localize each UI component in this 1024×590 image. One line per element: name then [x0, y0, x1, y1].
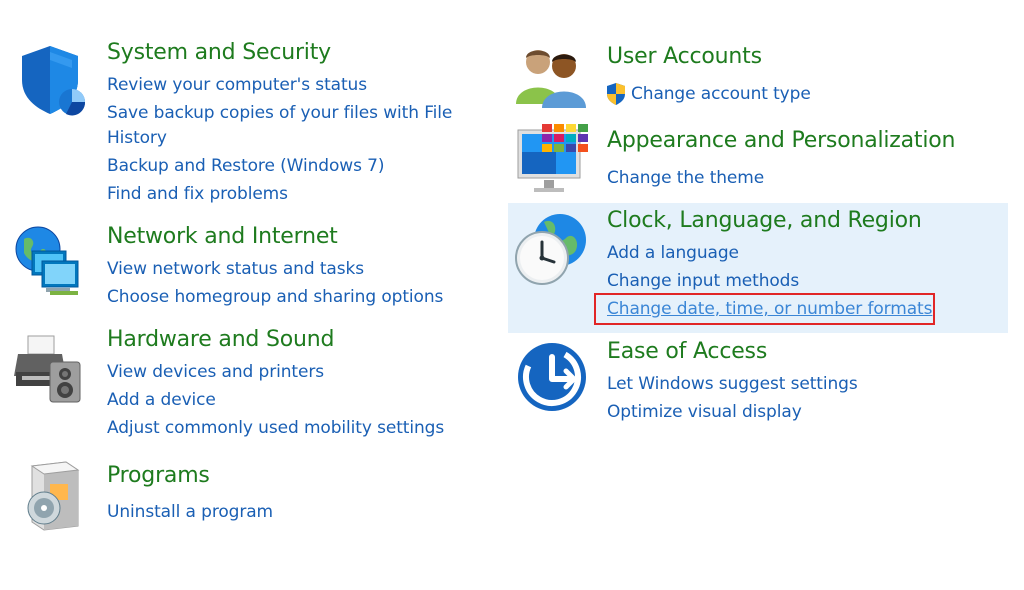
link-add-language[interactable]: Add a language: [607, 243, 739, 263]
link-input-methods[interactable]: Change input methods: [607, 271, 799, 291]
accessibility-icon[interactable]: [516, 341, 588, 413]
link-save-backup[interactable]: Save backup copies of your files with Fi…: [107, 103, 452, 123]
category-title-hardware-sound[interactable]: Hardware and Sound: [107, 327, 334, 352]
shield-icon[interactable]: [16, 44, 86, 116]
category-title-appearance[interactable]: Appearance and Personalization: [607, 128, 955, 153]
link-backup-restore[interactable]: Backup and Restore (Windows 7): [107, 156, 384, 176]
link-uninstall-program[interactable]: Uninstall a program: [107, 502, 273, 522]
link-review-status[interactable]: Review your computer's status: [107, 75, 367, 95]
printer-speaker-icon[interactable]: [14, 332, 82, 404]
monitor-palette-icon[interactable]: [516, 124, 588, 196]
category-title-ease-of-access[interactable]: Ease of Access: [607, 339, 767, 364]
highlight-box: [594, 293, 935, 325]
category-title-network-internet[interactable]: Network and Internet: [107, 224, 338, 249]
uac-shield-icon: [605, 82, 627, 106]
category-title-clock-language[interactable]: Clock, Language, and Region: [607, 208, 922, 233]
link-homegroup[interactable]: Choose homegroup and sharing options: [107, 287, 443, 307]
software-box-icon[interactable]: [22, 460, 80, 532]
link-add-device[interactable]: Add a device: [107, 390, 216, 410]
link-find-fix[interactable]: Find and fix problems: [107, 184, 288, 204]
network-monitors-icon[interactable]: [14, 225, 80, 297]
category-title-user-accounts[interactable]: User Accounts: [607, 44, 762, 69]
clock-globe-icon[interactable]: [514, 212, 588, 286]
link-network-status[interactable]: View network status and tasks: [107, 259, 364, 279]
category-title-programs[interactable]: Programs: [107, 463, 210, 488]
link-change-account-type[interactable]: Change account type: [631, 84, 811, 104]
category-title-system-security[interactable]: System and Security: [107, 40, 331, 65]
link-devices-printers[interactable]: View devices and printers: [107, 362, 324, 382]
link-mobility-settings[interactable]: Adjust commonly used mobility settings: [107, 418, 444, 438]
link-optimize-display[interactable]: Optimize visual display: [607, 402, 802, 422]
link-save-backup-history[interactable]: History: [107, 128, 167, 148]
link-windows-suggest[interactable]: Let Windows suggest settings: [607, 374, 858, 394]
users-icon[interactable]: [516, 46, 588, 108]
link-change-theme[interactable]: Change the theme: [607, 168, 764, 188]
